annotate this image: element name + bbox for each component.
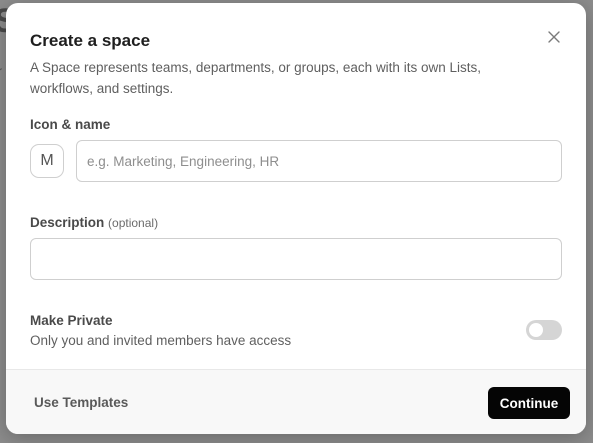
continue-button[interactable]: Continue — [488, 387, 570, 419]
make-private-title: Make Private — [30, 313, 113, 328]
space-name-input[interactable] — [76, 140, 562, 182]
description-label: Description (optional) — [30, 215, 158, 230]
description-label-text: Description — [30, 215, 105, 230]
close-button[interactable] — [544, 27, 564, 47]
modal-subtitle: A Space represents teams, departments, o… — [30, 60, 481, 96]
create-space-modal: Create a space A Space represents teams,… — [6, 3, 586, 434]
use-templates-button[interactable]: Use Templates — [34, 395, 128, 410]
icon-name-label: Icon & name — [30, 117, 111, 132]
background-text-fragment: r — [0, 64, 2, 78]
make-private-subtitle: Only you and invited members have access — [30, 333, 292, 348]
description-input[interactable] — [30, 238, 562, 280]
close-icon — [548, 31, 560, 43]
modal-title: Create a space — [30, 31, 151, 50]
avatar-letter: M — [40, 152, 54, 169]
modal-footer: Use Templates Continue — [6, 369, 586, 434]
optional-hint: (optional) — [108, 216, 159, 230]
space-avatar-picker[interactable]: M — [30, 144, 64, 178]
toggle-knob — [529, 323, 543, 337]
make-private-toggle[interactable] — [526, 320, 562, 340]
